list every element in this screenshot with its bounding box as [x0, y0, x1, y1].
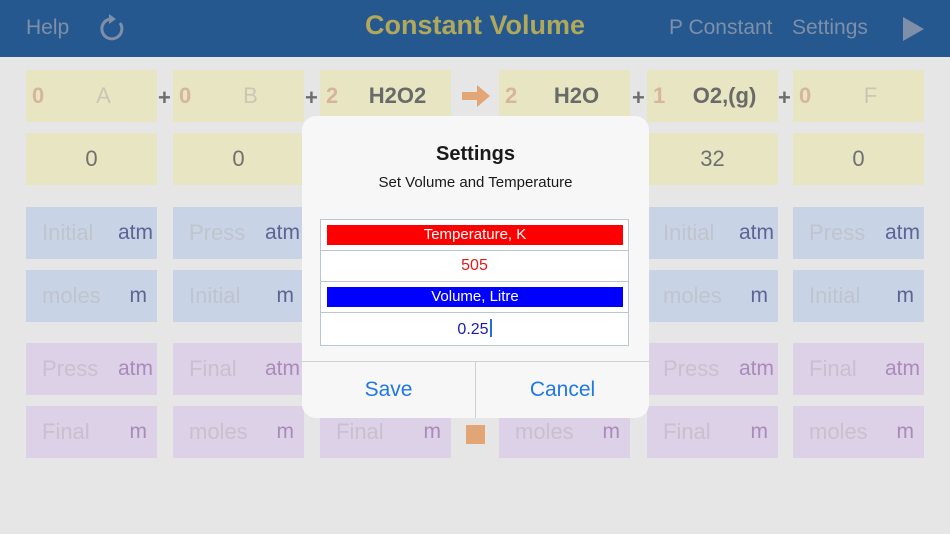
save-button[interactable]: Save	[302, 362, 475, 418]
volume-label: Volume, Litre	[327, 287, 623, 307]
cancel-button[interactable]: Cancel	[476, 362, 649, 418]
temperature-label: Temperature, K	[327, 225, 623, 245]
volume-input[interactable]: 0.25	[321, 319, 628, 339]
dialog-message: Set Volume and Temperature	[378, 174, 573, 191]
settings-fields: Temperature, K 505 Volume, Litre 0.25	[320, 219, 629, 346]
temperature-value[interactable]: 505	[321, 257, 628, 275]
text-cursor	[489, 319, 492, 337]
volume-value: 0.25	[457, 321, 489, 338]
volume-field[interactable]: 0.25	[321, 313, 628, 346]
volume-label-row: Volume, Litre	[321, 282, 628, 313]
temperature-field[interactable]: 505	[321, 251, 628, 282]
dialog-title: Settings	[436, 143, 515, 165]
settings-dialog: Settings Set Volume and Temperature Temp…	[302, 116, 649, 418]
temperature-label-row: Temperature, K	[321, 220, 628, 251]
